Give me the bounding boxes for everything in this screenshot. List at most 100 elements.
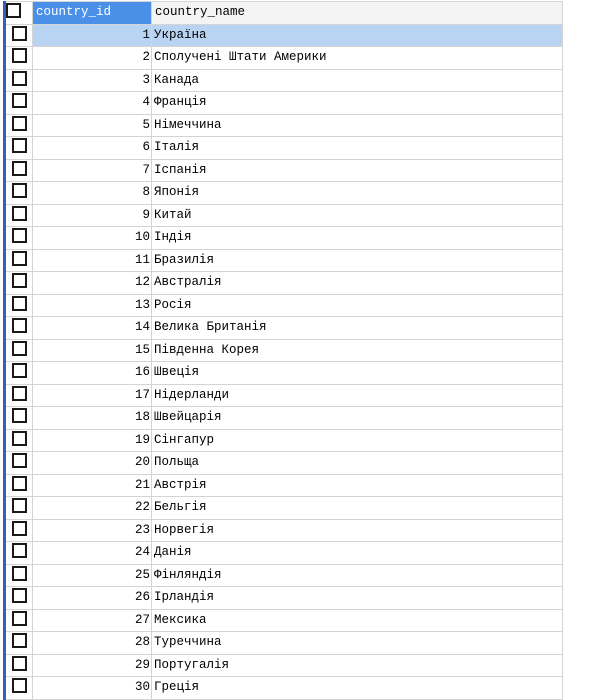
- row-select-cell[interactable]: [3, 293, 33, 317]
- table-row[interactable]: 21 Австрія: [3, 473, 563, 497]
- row-select-cell[interactable]: [3, 136, 33, 160]
- row-checkbox[interactable]: [11, 250, 27, 266]
- row-checkbox[interactable]: [11, 453, 27, 469]
- row-checkbox[interactable]: [11, 205, 27, 221]
- cell-country-id[interactable]: 28: [32, 631, 152, 655]
- cell-country-id[interactable]: 4: [32, 91, 152, 115]
- row-checkbox[interactable]: [11, 318, 27, 334]
- cell-country-id[interactable]: 17: [32, 383, 152, 407]
- table-row[interactable]: 25 Фінляндія: [3, 563, 563, 587]
- row-checkbox[interactable]: [11, 565, 27, 581]
- cell-country-id[interactable]: 29: [32, 653, 152, 677]
- cell-country-name[interactable]: Данія: [151, 541, 563, 565]
- row-checkbox[interactable]: [11, 25, 27, 41]
- cell-country-id[interactable]: 20: [32, 451, 152, 475]
- row-checkbox[interactable]: [11, 408, 27, 424]
- cell-country-name[interactable]: Росія: [151, 293, 563, 317]
- table-row[interactable]: 4 Франція: [3, 91, 563, 115]
- table-row[interactable]: 3 Канада: [3, 68, 563, 92]
- cell-country-id[interactable]: 24: [32, 541, 152, 565]
- row-select-cell[interactable]: [3, 181, 33, 205]
- cell-country-id[interactable]: 7: [32, 158, 152, 182]
- table-row[interactable]: 10 Індія: [3, 226, 563, 250]
- cell-country-name[interactable]: Сполучені Штати Америки: [151, 46, 563, 70]
- table-row[interactable]: 24 Данія: [3, 541, 563, 565]
- cell-country-name[interactable]: Польща: [151, 451, 563, 475]
- column-header-country-name[interactable]: country_name: [151, 1, 563, 25]
- cell-country-name[interactable]: Канада: [151, 68, 563, 92]
- row-select-cell[interactable]: [3, 451, 33, 475]
- cell-country-id[interactable]: 3: [32, 68, 152, 92]
- cell-country-name[interactable]: Італія: [151, 136, 563, 160]
- row-checkbox[interactable]: [11, 430, 27, 446]
- table-row[interactable]: 6 Італія: [3, 136, 563, 160]
- row-checkbox[interactable]: [11, 295, 27, 311]
- table-row[interactable]: 18 Швейцарія: [3, 406, 563, 430]
- cell-country-id[interactable]: 1: [32, 23, 152, 47]
- cell-country-name[interactable]: Південна Корея: [151, 338, 563, 362]
- table-row[interactable]: 26 Ірландія: [3, 586, 563, 610]
- table-row[interactable]: 8 Японія: [3, 181, 563, 205]
- cell-country-name[interactable]: Бельгія: [151, 496, 563, 520]
- cell-country-name[interactable]: Україна: [151, 23, 563, 47]
- row-select-cell[interactable]: [3, 541, 33, 565]
- row-select-cell[interactable]: [3, 428, 33, 452]
- row-select-cell[interactable]: [3, 608, 33, 632]
- cell-country-id[interactable]: 12: [32, 271, 152, 295]
- cell-country-name[interactable]: Швейцарія: [151, 406, 563, 430]
- row-checkbox[interactable]: [11, 498, 27, 514]
- cell-country-id[interactable]: 30: [32, 676, 152, 700]
- cell-country-name[interactable]: Німеччина: [151, 113, 563, 137]
- row-checkbox[interactable]: [11, 543, 27, 559]
- row-select-cell[interactable]: [3, 46, 33, 70]
- row-select-cell[interactable]: [3, 23, 33, 47]
- table-row[interactable]: 27 Мексика: [3, 608, 563, 632]
- row-select-cell[interactable]: [3, 563, 33, 587]
- table-row[interactable]: 11 Бразилія: [3, 248, 563, 272]
- cell-country-name[interactable]: Велика Британія: [151, 316, 563, 340]
- table-row[interactable]: 22 Бельгія: [3, 496, 563, 520]
- table-row[interactable]: 12 Австралія: [3, 271, 563, 295]
- row-select-cell[interactable]: [3, 91, 33, 115]
- table-row[interactable]: 5 Німеччина: [3, 113, 563, 137]
- row-checkbox[interactable]: [11, 183, 27, 199]
- row-select-cell[interactable]: [3, 473, 33, 497]
- cell-country-name[interactable]: Бразилія: [151, 248, 563, 272]
- cell-country-name[interactable]: Франція: [151, 91, 563, 115]
- row-select-cell[interactable]: [3, 203, 33, 227]
- cell-country-name[interactable]: Іспанія: [151, 158, 563, 182]
- cell-country-id[interactable]: 18: [32, 406, 152, 430]
- table-row[interactable]: 1 Україна: [3, 23, 563, 47]
- row-checkbox[interactable]: [11, 48, 27, 64]
- cell-country-id[interactable]: 2: [32, 46, 152, 70]
- row-checkbox[interactable]: [11, 273, 27, 289]
- cell-country-name[interactable]: Японія: [151, 181, 563, 205]
- row-select-cell[interactable]: [3, 68, 33, 92]
- row-checkbox[interactable]: [11, 520, 27, 536]
- row-checkbox[interactable]: [11, 93, 27, 109]
- table-row[interactable]: 16 Швеція: [3, 361, 563, 385]
- cell-country-name[interactable]: Сінгапур: [151, 428, 563, 452]
- table-row[interactable]: 20 Польща: [3, 451, 563, 475]
- row-checkbox[interactable]: [11, 228, 27, 244]
- cell-country-id[interactable]: 21: [32, 473, 152, 497]
- row-checkbox[interactable]: [11, 385, 27, 401]
- table-row[interactable]: 29 Португалія: [3, 653, 563, 677]
- cell-country-name[interactable]: Мексика: [151, 608, 563, 632]
- table-row[interactable]: 17 Нідерланди: [3, 383, 563, 407]
- cell-country-id[interactable]: 11: [32, 248, 152, 272]
- cell-country-id[interactable]: 26: [32, 586, 152, 610]
- row-checkbox[interactable]: [11, 475, 27, 491]
- table-row[interactable]: 9 Китай: [3, 203, 563, 227]
- row-select-cell[interactable]: [3, 113, 33, 137]
- row-select-cell[interactable]: [3, 653, 33, 677]
- row-select-cell[interactable]: [3, 158, 33, 182]
- cell-country-id[interactable]: 27: [32, 608, 152, 632]
- table-row[interactable]: 13 Росія: [3, 293, 563, 317]
- select-all-cell[interactable]: [3, 1, 33, 25]
- cell-country-id[interactable]: 13: [32, 293, 152, 317]
- row-checkbox[interactable]: [11, 610, 27, 626]
- row-checkbox[interactable]: [11, 160, 27, 176]
- cell-country-id[interactable]: 8: [32, 181, 152, 205]
- row-checkbox[interactable]: [11, 138, 27, 154]
